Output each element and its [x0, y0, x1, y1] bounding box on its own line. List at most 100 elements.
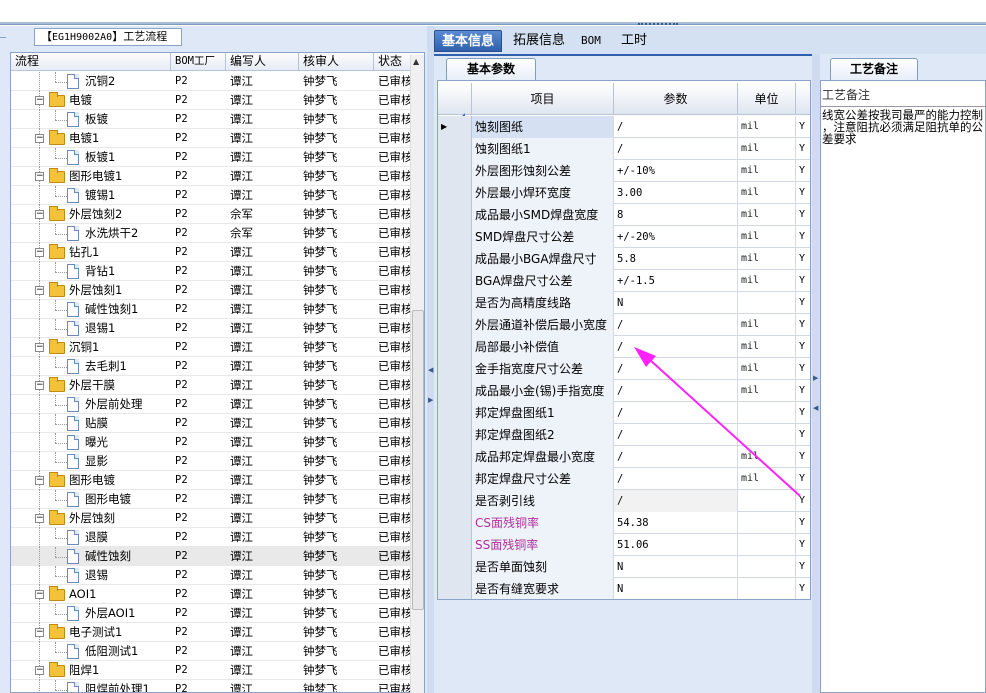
param-unit-cell[interactable]: [738, 292, 796, 314]
row-indicator[interactable]: [438, 226, 472, 248]
tree-row[interactable]: − 图形电镀 P2 谭江 钟梦飞 已审核: [11, 471, 413, 490]
row-indicator[interactable]: [438, 182, 472, 204]
param-row[interactable]: 是否有缝宽要求 N Y: [438, 578, 810, 599]
param-row[interactable]: 是否剥引线 / Y: [438, 490, 810, 512]
column-header-param[interactable]: 参数: [614, 83, 738, 115]
param-unit-cell[interactable]: [738, 578, 796, 599]
tree-row[interactable]: − 电子测试1 P2 谭江 钟梦飞 已审核: [11, 623, 413, 642]
row-indicator[interactable]: [438, 468, 472, 490]
column-header-bom-factory[interactable]: BOM工厂: [171, 53, 226, 71]
tree-row[interactable]: 退膜 P2 谭江 钟梦飞 已审核: [11, 528, 413, 547]
tab-basic-params[interactable]: 基本参数: [446, 58, 536, 80]
tree-row[interactable]: 外层前处理 P2 谭江 钟梦飞 已审核: [11, 395, 413, 414]
process-tree-grid[interactable]: 流程 BOM工厂 编写人 核审人 状态 沉铜2 P2 谭江 钟梦飞 已审核 − 电镀 P2 谭江…: [10, 52, 425, 693]
collapse-toggle-icon[interactable]: −: [35, 476, 44, 485]
column-header-reviewer[interactable]: 核审人: [299, 53, 374, 71]
param-row[interactable]: 成品最小金(锡)手指宽度 / mil Y: [438, 380, 810, 402]
param-row[interactable]: 是否单面蚀刻 N Y: [438, 556, 810, 578]
tab-extended-info[interactable]: 拓展信息: [506, 30, 572, 52]
tree-row[interactable]: 碱性蚀刻1 P2 谭江 钟梦飞 已审核: [11, 300, 413, 319]
row-indicator[interactable]: [438, 556, 472, 578]
tree-row[interactable]: − 外层干膜 P2 谭江 钟梦飞 已审核: [11, 376, 413, 395]
param-flag-cell[interactable]: Y: [796, 160, 810, 182]
row-indicator[interactable]: [438, 512, 472, 534]
tree-row[interactable]: 低阻测试1 P2 谭江 钟梦飞 已审核: [11, 642, 413, 661]
param-row[interactable]: 成品最小BGA焊盘尺寸 5.8 mil Y: [438, 248, 810, 270]
param-flag-cell[interactable]: Y: [796, 116, 810, 138]
row-indicator[interactable]: [438, 534, 472, 556]
param-row[interactable]: 成品最小SMD焊盘宽度 8 mil Y: [438, 204, 810, 226]
param-value-cell[interactable]: /: [614, 358, 738, 380]
param-row[interactable]: 外层通道补偿后最小宽度 / mil Y: [438, 314, 810, 336]
param-unit-cell[interactable]: [738, 556, 796, 578]
tree-row[interactable]: − 电镀 P2 谭江 钟梦飞 已审核: [11, 91, 413, 110]
tree-row[interactable]: 水洗烘干2 P2 佘军 钟梦飞 已审核: [11, 224, 413, 243]
param-unit-cell[interactable]: mil: [738, 204, 796, 226]
row-indicator[interactable]: [438, 160, 472, 182]
param-row[interactable]: BGA焊盘尺寸公差 +/-1.5 mil Y: [438, 270, 810, 292]
tree-row[interactable]: 显影 P2 谭江 钟梦飞 已审核: [11, 452, 413, 471]
param-flag-cell[interactable]: Y: [796, 490, 810, 512]
tree-row[interactable]: − 图形电镀1 P2 谭江 钟梦飞 已审核: [11, 167, 413, 186]
param-flag-cell[interactable]: Y: [796, 314, 810, 336]
param-value-cell[interactable]: N: [614, 556, 738, 578]
collapse-toggle-icon[interactable]: −: [35, 666, 44, 675]
tree-row[interactable]: − 沉铜1 P2 谭江 钟梦飞 已审核: [11, 338, 413, 357]
param-unit-cell[interactable]: mil: [738, 358, 796, 380]
tree-vertical-scrollbar[interactable]: ▲: [410, 55, 424, 693]
collapse-toggle-icon[interactable]: −: [35, 286, 44, 295]
param-flag-cell[interactable]: Y: [796, 358, 810, 380]
param-flag-cell[interactable]: Y: [796, 468, 810, 490]
row-indicator[interactable]: [438, 336, 472, 358]
param-unit-cell[interactable]: mil: [738, 248, 796, 270]
param-row[interactable]: 是否为高精度线路 N Y: [438, 292, 810, 314]
column-header-item[interactable]: 项目: [472, 83, 614, 115]
column-header-unit[interactable]: 单位: [738, 83, 796, 115]
tree-row[interactable]: − 外层蚀刻 P2 谭江 钟梦飞 已审核: [11, 509, 413, 528]
param-row[interactable]: ▶ 蚀刻图纸 / mil Y: [438, 116, 810, 138]
notes-textarea[interactable]: 线宽公差按我司最严的能力控制 ，注意阻抗必须满足阻抗单的公 差要求: [822, 109, 986, 145]
param-unit-cell[interactable]: mil: [738, 468, 796, 490]
param-unit-cell[interactable]: mil: [738, 160, 796, 182]
collapse-toggle-icon[interactable]: −: [35, 590, 44, 599]
param-value-cell[interactable]: 3.00: [614, 182, 738, 204]
param-flag-cell[interactable]: Y: [796, 292, 810, 314]
collapse-toggle-icon[interactable]: −: [35, 210, 44, 219]
tree-row[interactable]: − AOI1 P2 谭江 钟梦飞 已审核: [11, 585, 413, 604]
param-row[interactable]: 蚀刻图纸1/mil Y: [438, 138, 810, 160]
row-indicator[interactable]: [438, 424, 472, 446]
param-value-cell[interactable]: 54.38: [614, 512, 738, 534]
expand-right-arrow-icon[interactable]: ▶: [428, 396, 433, 404]
param-row[interactable]: 金手指宽度尺寸公差 / mil Y: [438, 358, 810, 380]
collapse-toggle-icon[interactable]: −: [35, 514, 44, 523]
param-flag-cell[interactable]: Y: [796, 226, 810, 248]
param-unit-cell[interactable]: [738, 490, 796, 512]
param-value-cell[interactable]: +/-20%: [614, 226, 738, 248]
tab-basic-info[interactable]: 基本信息: [434, 30, 503, 52]
param-flag-cell[interactable]: Y: [796, 138, 810, 160]
collapse-toggle-icon[interactable]: −: [35, 628, 44, 637]
param-row[interactable]: 邦定焊盘图纸2/ Y: [438, 424, 810, 446]
param-unit-cell[interactable]: [738, 534, 796, 556]
tree-row[interactable]: 板镀1 P2 谭江 钟梦飞 已审核: [11, 148, 413, 167]
tree-row[interactable]: 去毛刺1 P2 谭江 钟梦飞 已审核: [11, 357, 413, 376]
param-flag-cell[interactable]: Y: [796, 512, 810, 534]
row-indicator[interactable]: [438, 358, 472, 380]
collapse-left-arrow-icon[interactable]: ◀: [428, 366, 433, 374]
param-row[interactable]: 成品邦定焊盘最小宽度 / mil Y: [438, 446, 810, 468]
tree-row[interactable]: − 钻孔1 P2 谭江 钟梦飞 已审核: [11, 243, 413, 262]
param-unit-cell[interactable]: mil: [738, 138, 796, 160]
collapse-toggle-icon[interactable]: −: [35, 381, 44, 390]
expand-left-arrow-icon[interactable]: ◀: [813, 404, 818, 412]
tree-row[interactable]: 贴膜 P2 谭江 钟梦飞 已审核: [11, 414, 413, 433]
param-flag-cell[interactable]: Y: [796, 534, 810, 556]
param-row[interactable]: 外层最小焊环宽度 3.00 mil Y: [438, 182, 810, 204]
param-unit-cell[interactable]: [738, 424, 796, 446]
param-value-cell[interactable]: /: [614, 446, 738, 468]
row-indicator[interactable]: ▶: [438, 116, 472, 138]
scroll-up-arrow-icon[interactable]: ▲: [413, 57, 419, 66]
param-row[interactable]: 局部最小补偿值 / mil Y: [438, 336, 810, 358]
scrollbar-thumb[interactable]: [412, 310, 424, 610]
tree-row[interactable]: 曝光 P2 谭江 钟梦飞 已审核: [11, 433, 413, 452]
tree-row[interactable]: − 阻焊1 P2 谭江 钟梦飞 已审核: [11, 661, 413, 680]
